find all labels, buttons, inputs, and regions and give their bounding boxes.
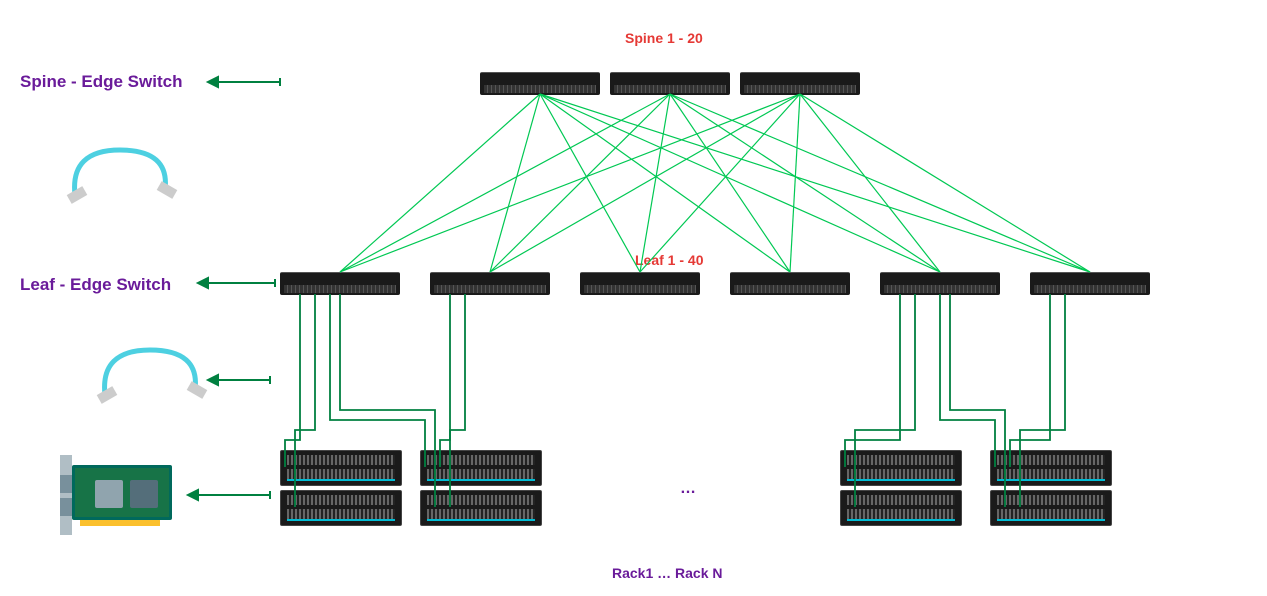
leaf-switch bbox=[730, 272, 850, 295]
server-unit bbox=[420, 490, 542, 526]
server-unit bbox=[420, 450, 542, 486]
server-unit bbox=[280, 450, 402, 486]
leaf-switch bbox=[280, 272, 400, 295]
server-unit bbox=[990, 450, 1112, 486]
leaf-edge-label: Leaf - Edge Switch bbox=[20, 275, 171, 295]
leaf-switch bbox=[580, 272, 700, 295]
leaf-switch bbox=[430, 272, 550, 295]
rack-label: Rack1 … Rack N bbox=[612, 565, 723, 581]
optical-cable-icon bbox=[90, 340, 210, 410]
server-unit bbox=[280, 490, 402, 526]
spine-switch bbox=[740, 72, 860, 95]
server-unit bbox=[840, 490, 962, 526]
leaf-switch bbox=[1030, 272, 1150, 295]
spine-edge-label: Spine - Edge Switch bbox=[20, 72, 182, 92]
leaf-switch bbox=[880, 272, 1000, 295]
ellipsis-label: … bbox=[680, 480, 696, 498]
server-unit bbox=[990, 490, 1112, 526]
spine-title: Spine 1 - 20 bbox=[625, 30, 703, 46]
spine-switch bbox=[480, 72, 600, 95]
spine-switch bbox=[610, 72, 730, 95]
server-unit bbox=[840, 450, 962, 486]
optical-cable-icon bbox=[60, 140, 180, 210]
leaf-title: Leaf 1 - 40 bbox=[635, 252, 703, 268]
nic-card-icon bbox=[55, 450, 185, 540]
